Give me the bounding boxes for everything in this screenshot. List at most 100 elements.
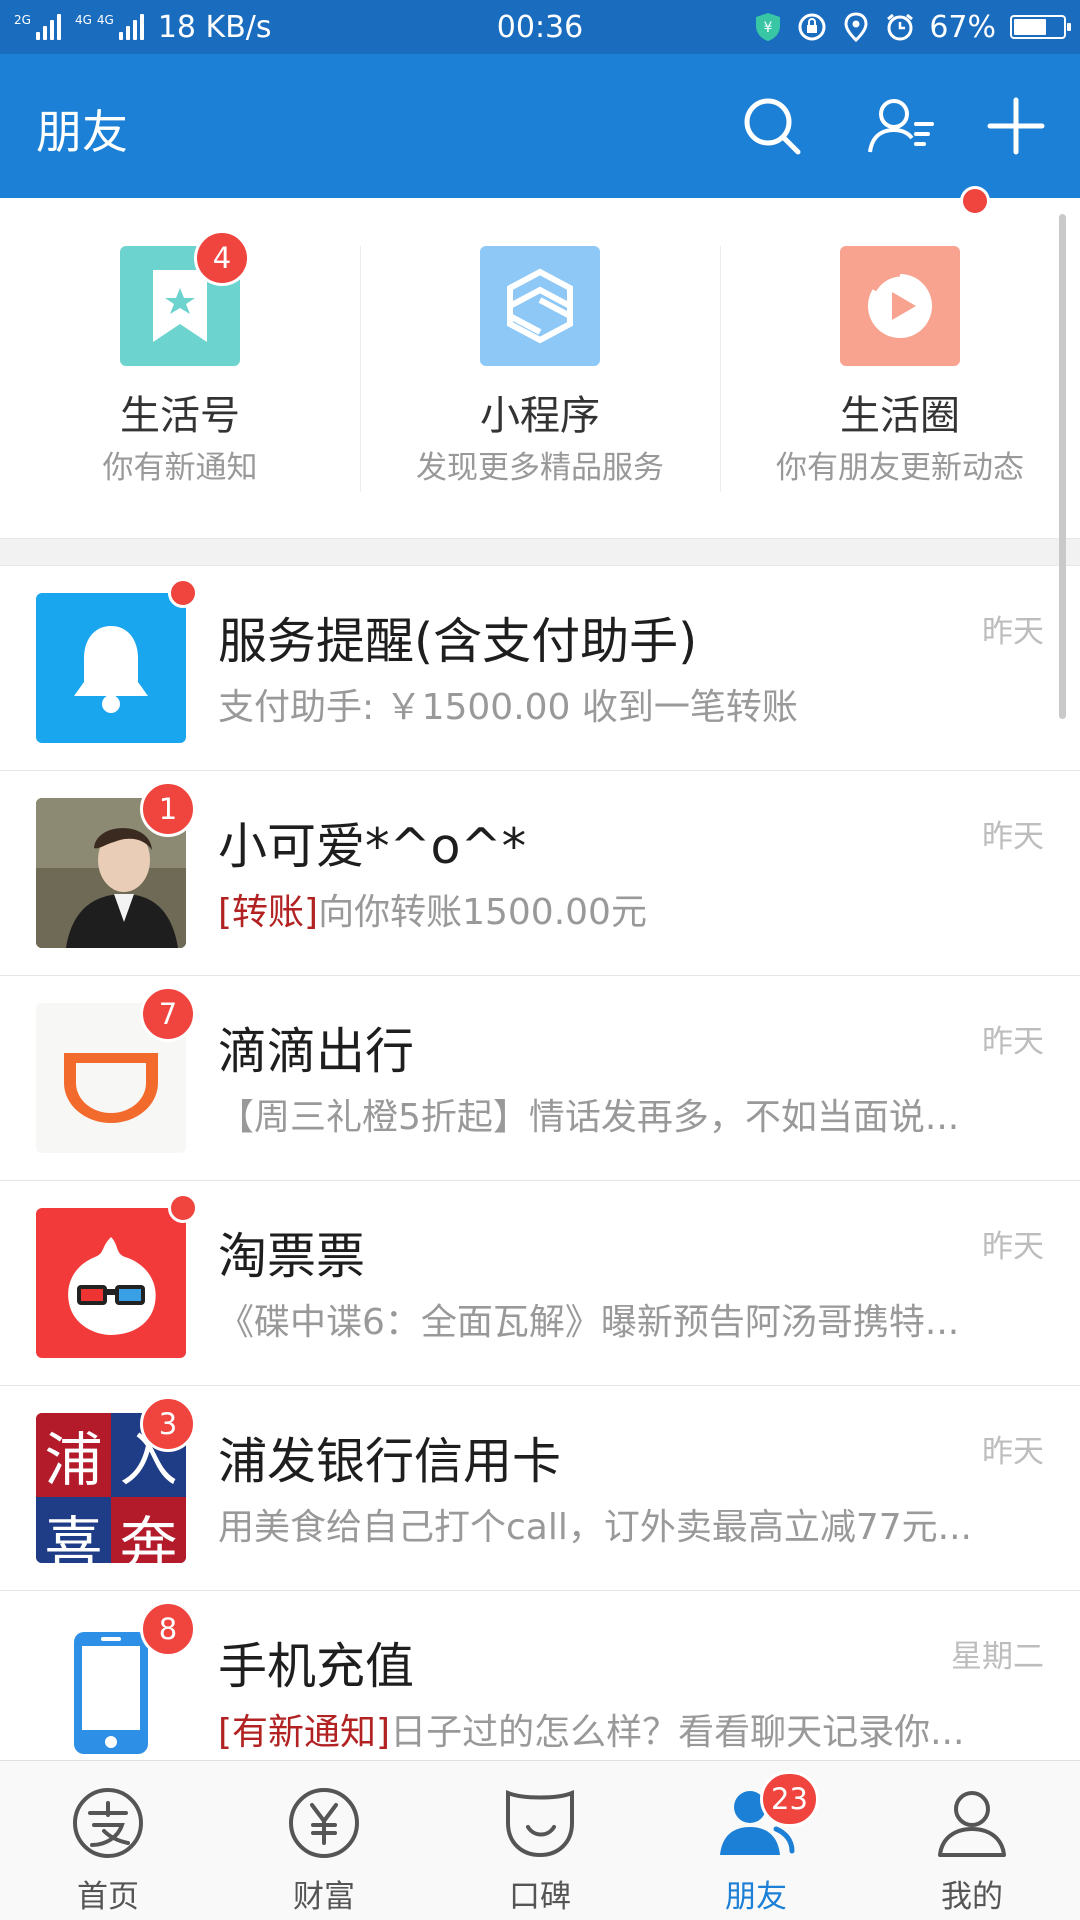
conversation-message: 支付助手: ￥1500.00 收到一笔转账 <box>218 678 1018 730</box>
unread-dot <box>168 578 198 608</box>
tab-friends[interactable]: 23 朋友 <box>648 1761 864 1920</box>
contacts-button[interactable] <box>866 90 938 162</box>
scrollbar[interactable] <box>1059 214 1066 719</box>
unread-dot <box>168 1193 198 1223</box>
quick-entry-shenghuohao[interactable]: 4 生活号 你有新通知 <box>0 198 360 538</box>
quick-entry-xiaochengxu[interactable]: 小程序 发现更多精品服务 <box>360 198 720 538</box>
tab-home[interactable]: 首页 <box>0 1761 216 1920</box>
list-item[interactable]: 浦 入 喜 奔 3 浦发银行信用卡 昨天 用美食给自己打个call，订外卖最高立… <box>0 1386 1080 1591</box>
message-tag: [转账] <box>218 892 319 933</box>
avatar-glyph: 奔 <box>111 1497 186 1563</box>
avatar <box>36 1208 186 1358</box>
quick-entry-title: 小程序 <box>480 393 600 439</box>
avatar <box>36 593 186 743</box>
signal-2-icon: 4G 4G <box>75 14 144 40</box>
conversation-message: 用美食给自己打个call，订外卖最高立减77元... <box>218 1498 1018 1550</box>
search-icon <box>744 98 801 155</box>
list-item[interactable]: 7 滴滴出行 昨天 【周三礼橙5折起】情话发再多，不如当面说... <box>0 976 1080 1181</box>
quick-entries: 4 生活号 你有新通知 小程序 发现更多精品服务 生活圈 你有朋友更新动态 <box>0 186 1080 538</box>
status-left: 2G 4G 4G 18 KB/s <box>14 10 272 45</box>
conversation-message: [有新通知]日子过的怎么样？看看聊天记录你... <box>218 1703 1018 1755</box>
conversation-title: 手机充值 <box>218 1638 415 1695</box>
didi-logo-icon <box>64 1053 158 1123</box>
bottom-tab-bar: 首页 财富 口碑 23 朋友 我的 <box>0 1760 1080 1920</box>
quick-entry-subtitle: 你有朋友更新动态 <box>776 450 1024 486</box>
conversation-list: 服务提醒(含支付助手) 昨天 支付助手: ￥1500.00 收到一笔转账 1 小… <box>0 566 1080 1796</box>
conversation-title: 小可爱*^o^* <box>218 818 527 875</box>
section-divider <box>0 538 1080 566</box>
page-title: 朋友 <box>36 105 128 159</box>
status-bar: 2G 4G 4G 18 KB/s 00:36 ¥ 67% <box>0 0 1080 54</box>
mini-program-icon <box>480 246 600 366</box>
avatar-glyph: 浦 <box>36 1413 111 1497</box>
quick-dot-badge <box>960 186 990 216</box>
yen-circle-icon <box>284 1783 364 1863</box>
list-item[interactable]: 服务提醒(含支付助手) 昨天 支付助手: ￥1500.00 收到一笔转账 <box>0 566 1080 771</box>
conversation-time: 星期二 <box>951 1639 1044 1675</box>
phone-icon <box>74 1632 148 1754</box>
koubei-icon <box>500 1783 580 1863</box>
add-icon <box>987 97 1045 155</box>
quick-entry-subtitle: 发现更多精品服务 <box>416 450 664 486</box>
tab-label: 口碑 <box>509 1879 571 1915</box>
unread-badge: 8 <box>140 1601 196 1657</box>
net-type-label: 4G <box>96 13 114 27</box>
conversation-title: 浦发银行信用卡 <box>218 1433 562 1490</box>
tab-label: 我的 <box>941 1879 1003 1915</box>
quick-entry-title: 生活号 <box>120 393 240 439</box>
tab-label: 财富 <box>293 1879 355 1915</box>
conversation-message: 《碟中谍6：全面瓦解》曝新预告阿汤哥携特... <box>218 1293 1018 1345</box>
tab-mine[interactable]: 我的 <box>864 1761 1080 1920</box>
conversation-time: 昨天 <box>982 614 1044 650</box>
conversation-message: [转账]向你转账1500.00元 <box>218 883 1018 935</box>
search-button[interactable] <box>736 90 808 162</box>
tab-koubei[interactable]: 口碑 <box>432 1761 648 1920</box>
message-text: 向你转账1500.00元 <box>318 892 647 933</box>
quick-entry-subtitle: 你有新通知 <box>102 450 258 486</box>
message-text: 支付助手: ￥1500.00 收到一笔转账 <box>218 687 798 728</box>
tab-label: 首页 <box>77 1879 139 1915</box>
unread-badge: 3 <box>140 1396 196 1452</box>
quick-entry-title: 生活圈 <box>840 393 960 439</box>
alipay-icon <box>68 1783 148 1863</box>
location-icon <box>841 12 871 42</box>
play-circle-icon <box>840 246 960 366</box>
tab-label: 朋友 <box>725 1879 787 1915</box>
yen-shield-icon: ¥ <box>753 12 783 42</box>
message-text: 日子过的怎么样？看看聊天记录你... <box>390 1712 965 1753</box>
battery-percent: 67% <box>929 9 996 45</box>
svg-text:¥: ¥ <box>764 20 773 36</box>
battery-icon <box>1010 15 1071 39</box>
quick-badge: 4 <box>194 230 250 286</box>
add-button[interactable] <box>980 90 1052 162</box>
tab-badge: 23 <box>760 1771 819 1827</box>
conversation-message: 【周三礼橙5折起】情话发再多，不如当面说... <box>218 1088 1018 1140</box>
list-item[interactable]: 1 小可爱*^o^* 昨天 [转账]向你转账1500.00元 <box>0 771 1080 976</box>
quick-entry-shenghuoquan[interactable]: 生活圈 你有朋友更新动态 <box>720 186 1080 538</box>
tab-wealth[interactable]: 财富 <box>216 1761 432 1920</box>
unread-badge: 1 <box>140 781 196 837</box>
taopiaopiao-logo-icon <box>68 1237 156 1335</box>
app-header: 朋友 <box>0 54 1080 198</box>
unread-badge: 7 <box>140 986 196 1042</box>
status-right: ¥ 67% <box>753 9 1071 45</box>
conversation-time: 昨天 <box>982 1024 1044 1060</box>
conversation-time: 昨天 <box>982 819 1044 855</box>
message-tag: [有新通知] <box>218 1712 391 1753</box>
message-text: 用美食给自己打个call，订外卖最高立减77元... <box>218 1507 972 1548</box>
lock-rotate-icon <box>797 12 827 42</box>
list-item[interactable]: 淘票票 昨天 《碟中谍6：全面瓦解》曝新预告阿汤哥携特... <box>0 1181 1080 1386</box>
conversation-title: 服务提醒(含支付助手) <box>218 613 698 670</box>
conversation-title: 滴滴出行 <box>218 1023 415 1080</box>
avatar-glyph: 喜 <box>36 1497 111 1563</box>
net-type-label: 2G <box>14 13 31 27</box>
bell-icon <box>74 626 148 713</box>
message-text: 《碟中谍6：全面瓦解》曝新预告阿汤哥携特... <box>218 1302 960 1343</box>
contacts-icon <box>868 99 934 153</box>
network-speed: 18 KB/s <box>157 9 272 45</box>
conversation-title: 淘票票 <box>218 1228 366 1285</box>
signal-1-icon: 2G <box>14 14 61 40</box>
conversation-time: 昨天 <box>982 1434 1044 1470</box>
message-text: 【周三礼橙5折起】情话发再多，不如当面说... <box>218 1097 960 1138</box>
alarm-icon <box>885 12 915 42</box>
